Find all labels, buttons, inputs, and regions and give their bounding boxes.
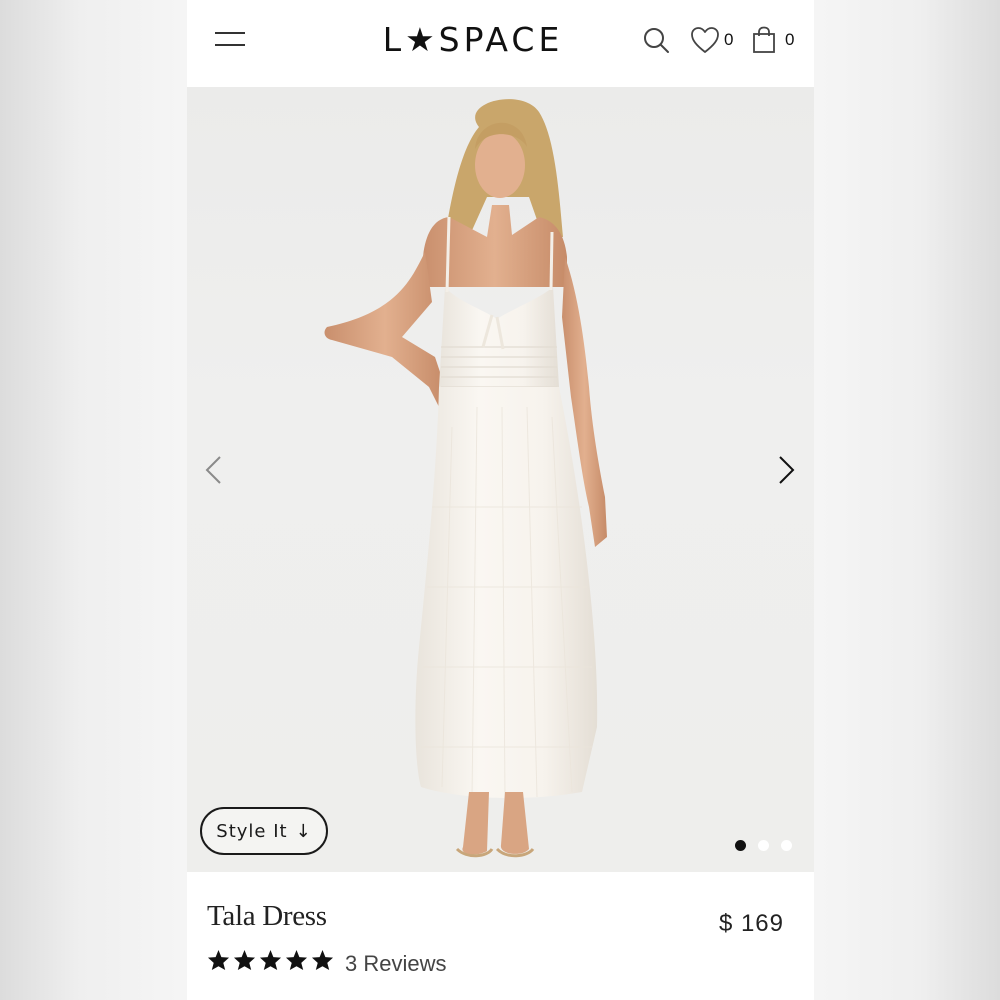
star-icon (233, 949, 256, 971)
star-icon (259, 949, 282, 971)
reviews-link[interactable]: 3 Reviews (345, 951, 446, 977)
star-icon (285, 949, 308, 971)
product-info: Tala Dress $ 169 3 Reviews (187, 872, 814, 1000)
site-header: L★SPACE 0 0 (187, 0, 814, 87)
cart-count: 0 (785, 30, 795, 49)
shopping-bag-icon[interactable] (752, 26, 776, 54)
product-page: L★SPACE 0 0 Style It ↓ Tala Dress $ 169 … (187, 0, 814, 1000)
hamburger-menu-icon[interactable] (215, 30, 247, 50)
product-image-gallery[interactable]: Style It ↓ (187, 87, 814, 872)
next-image-arrow-icon[interactable] (775, 455, 797, 485)
style-it-button[interactable]: Style It ↓ (200, 807, 328, 855)
star-icon (311, 949, 334, 971)
carousel-dot-2[interactable] (758, 840, 769, 851)
star-icon (207, 949, 230, 971)
carousel-dot-3[interactable] (781, 840, 792, 851)
wishlist-count: 0 (724, 30, 734, 49)
carousel-dot-1[interactable] (735, 840, 746, 851)
search-icon[interactable] (642, 26, 670, 54)
previous-image-arrow-icon[interactable] (203, 455, 225, 485)
star-rating[interactable] (207, 949, 334, 971)
product-price: $ 169 (718, 910, 784, 937)
brand-logo[interactable]: L★SPACE (380, 20, 566, 60)
carousel-pagination (735, 840, 795, 852)
heart-icon[interactable] (690, 26, 720, 54)
product-photo (324, 99, 607, 858)
product-name: Tala Dress (207, 900, 327, 932)
style-it-label: Style It (216, 820, 288, 842)
arrow-down-icon: ↓ (295, 820, 312, 842)
